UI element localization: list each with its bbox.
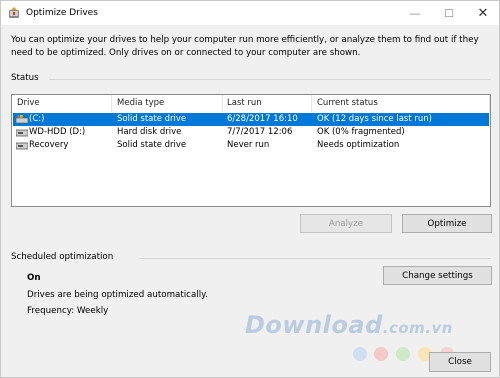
- close-icon: ✕: [477, 5, 489, 21]
- watermark-text: Download: [245, 311, 383, 339]
- drive-name: WD-HDD (D:): [29, 127, 86, 137]
- drive-current-status: OK (0% fragmented): [317, 127, 405, 137]
- drive-row-c[interactable]: (C:) Solid state drive 6/28/2017 16:10 O…: [13, 113, 489, 126]
- analyze-button[interactable]: Analyze: [300, 214, 392, 233]
- window-title: Optimize Drives: [26, 8, 98, 18]
- schedule-state: On: [27, 273, 41, 283]
- change-settings-button[interactable]: Change settings: [383, 266, 492, 285]
- schedule-info: Drives are being optimized automatically…: [27, 290, 208, 300]
- drive-media-type: Hard disk drive: [117, 127, 182, 137]
- drive-list-header: Drive Media type Last run Current status: [12, 95, 490, 112]
- drive-last-run: 6/28/2017 16:10: [227, 114, 298, 124]
- maximize-button[interactable]: ☐: [433, 1, 465, 25]
- column-divider[interactable]: [311, 95, 312, 112]
- optimize-drives-window: Optimize Drives — ☐ ✕ You can optimize y…: [0, 0, 500, 378]
- description-text: You can optimize your drives to help you…: [11, 35, 479, 58]
- minimize-icon: —: [409, 6, 421, 20]
- drive-last-run: 7/7/2017 12:06: [227, 127, 293, 137]
- optimize-button[interactable]: Optimize: [402, 214, 492, 233]
- column-header-drive[interactable]: Drive: [17, 98, 40, 108]
- column-divider[interactable]: [111, 95, 112, 112]
- status-heading: Status: [11, 73, 39, 83]
- watermark-dot: [374, 347, 388, 361]
- drive-media-type: Solid state drive: [117, 140, 187, 150]
- drive-name: Recovery: [29, 140, 69, 150]
- hard-drive-icon: [16, 142, 28, 150]
- minimize-button[interactable]: —: [399, 1, 431, 25]
- watermark-suffix: .com.vn: [382, 319, 453, 337]
- drive-row-recovery[interactable]: Recovery Solid state drive Never run Nee…: [13, 139, 489, 152]
- drive-last-run: Never run: [227, 140, 270, 150]
- hard-drive-icon: [16, 129, 28, 137]
- system-drive-icon: [16, 115, 28, 124]
- column-divider[interactable]: [222, 95, 223, 112]
- optimize-drives-app-icon: [9, 7, 19, 18]
- drive-row-d[interactable]: WD-HDD (D:) Hard disk drive 7/7/2017 12:…: [13, 126, 489, 139]
- scheduled-optimization-heading: Scheduled optimization: [11, 252, 114, 262]
- main-content: You can optimize your drives to help you…: [1, 25, 499, 377]
- close-window-button[interactable]: ✕: [467, 1, 499, 25]
- title-bar[interactable]: Optimize Drives — ☐ ✕: [1, 1, 499, 25]
- column-header-last-run[interactable]: Last run: [227, 98, 262, 108]
- watermark-dot: [396, 347, 410, 361]
- watermark-logo: Download.com.vn: [245, 311, 453, 339]
- drive-current-status: OK (12 days since last run): [317, 114, 432, 124]
- column-header-media-type[interactable]: Media type: [117, 98, 164, 108]
- schedule-frequency: Frequency: Weekly: [27, 306, 109, 316]
- scheduled-divider: [139, 258, 491, 259]
- status-divider: [49, 79, 491, 80]
- maximize-icon: ☐: [444, 6, 454, 20]
- drive-list[interactable]: Drive Media type Last run Current status…: [11, 94, 491, 207]
- watermark-dot: [353, 347, 367, 361]
- column-divider[interactable]: [489, 95, 490, 112]
- close-button[interactable]: Close: [429, 352, 491, 372]
- drive-name: (C:): [29, 114, 45, 124]
- column-header-current-status[interactable]: Current status: [317, 98, 378, 108]
- drive-current-status: Needs optimization: [317, 140, 400, 150]
- drive-media-type: Solid state drive: [117, 114, 187, 124]
